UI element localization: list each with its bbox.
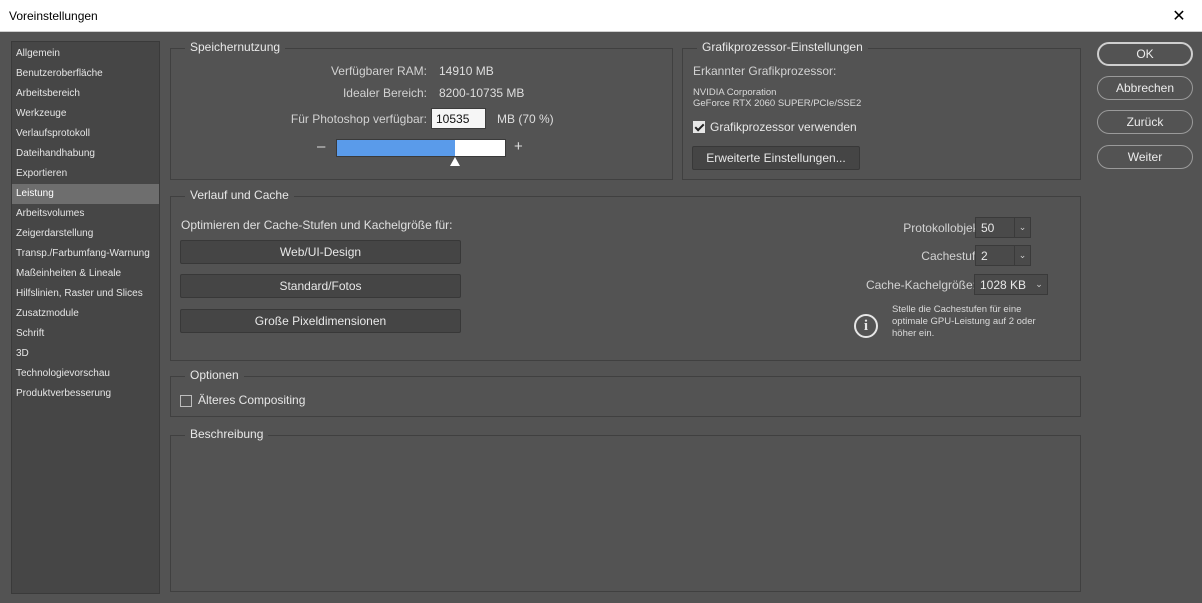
cache-hint: Stelle die Cachestufen für eine optimale… — [892, 304, 1036, 339]
memory-slider-track[interactable] — [336, 139, 506, 157]
cancel-button[interactable]: Abbrechen — [1097, 76, 1193, 100]
available-ram-label: Verfügbarer RAM: — [330, 64, 427, 78]
gpu-model: GeForce RTX 2060 SUPER/PCIe/SSE2 — [693, 98, 862, 109]
sidebar-item[interactable]: Dateihandhabung — [12, 144, 159, 164]
ok-button[interactable]: OK — [1097, 42, 1193, 66]
close-icon[interactable]: ✕ — [1156, 0, 1202, 32]
slider-plus[interactable]: + — [514, 138, 523, 155]
cache-group: Verlauf und Cache Optimieren der Cache-S… — [170, 188, 1081, 361]
description-group-title: Beschreibung — [185, 427, 269, 441]
title-bar: Voreinstellungen ✕ — [0, 0, 1202, 32]
sidebar-item[interactable]: Leistung — [12, 184, 159, 204]
sidebar-item[interactable]: Arbeitsbereich — [12, 84, 159, 104]
dialog-client: Allgemein Benutzeroberfläche Arbeitsbereic… — [0, 32, 1202, 603]
sidebar-item[interactable]: Zeigerdarstellung — [12, 224, 159, 244]
photoshop-ram-unit: MB (70 %) — [497, 112, 554, 126]
cache-tile-size-select[interactable]: 1028 KB ⌄ — [974, 274, 1048, 295]
cache-group-title: Verlauf und Cache — [185, 188, 294, 202]
chevron-down-icon: ⌄ — [1035, 279, 1043, 289]
use-gpu-checkbox[interactable] — [693, 121, 705, 133]
chevron-down-icon: ⌄ — [1014, 218, 1030, 237]
standard-photos-button[interactable]: Standard/Fotos — [180, 274, 461, 298]
chevron-down-icon: ⌄ — [1014, 246, 1030, 265]
ideal-range-value: 8200-10735 MB — [439, 86, 525, 100]
sidebar-item[interactable]: Zusatzmodule — [12, 304, 159, 324]
legacy-compositing-checkbox[interactable] — [180, 395, 192, 407]
description-group: Beschreibung — [170, 427, 1081, 592]
history-states-value: 50 — [981, 220, 995, 235]
sidebar-item[interactable]: Allgemein — [12, 44, 159, 64]
sidebar-item[interactable]: Technologievorschau — [12, 364, 159, 384]
cache-tile-size-value: 1028 KB — [980, 277, 1027, 292]
gpu-vendor: NVIDIA Corporation — [693, 87, 777, 98]
advanced-settings-button[interactable]: Erweiterte Einstellungen... — [692, 146, 860, 170]
cache-tile-size-label: Cache-Kachelgröße: — [865, 278, 976, 292]
next-button[interactable]: Weiter — [1097, 145, 1193, 169]
options-group: Optionen Älteres Compositing — [170, 368, 1081, 417]
memory-group: Speichernutzung Verfügbarer RAM: 14910 M… — [170, 40, 673, 180]
back-button[interactable]: Zurück — [1097, 110, 1193, 134]
history-states-select[interactable]: 50 ⌄ — [975, 217, 1031, 238]
ideal-range-label: Idealer Bereich: — [342, 86, 427, 100]
sidebar-item[interactable]: Transp./Farbumfang-Warnung — [12, 244, 159, 264]
slider-minus[interactable]: – — [317, 138, 325, 155]
gpu-detected-label: Erkannter Grafikprozessor: — [693, 64, 837, 78]
sidebar-item[interactable]: Benutzeroberfläche — [12, 64, 159, 84]
sidebar-item[interactable]: Verlaufsprotokoll — [12, 124, 159, 144]
sidebar-item[interactable]: Arbeitsvolumes — [12, 204, 159, 224]
sidebar-item[interactable]: Exportieren — [12, 164, 159, 184]
category-list: Allgemein Benutzeroberfläche Arbeitsbereic… — [11, 41, 160, 594]
gpu-group-title: Grafikprozessor-Einstellungen — [697, 40, 868, 54]
cache-optimize-label: Optimieren der Cache-Stufen und Kachelgr… — [181, 218, 453, 232]
cache-levels-select[interactable]: 2 ⌄ — [975, 245, 1031, 266]
cache-levels-value: 2 — [981, 248, 988, 263]
use-gpu-label: Grafikprozessor verwenden — [710, 120, 857, 134]
options-group-title: Optionen — [185, 368, 244, 382]
sidebar-item[interactable]: Schrift — [12, 324, 159, 344]
gpu-group: Grafikprozessor-Einstellungen Erkannter … — [682, 40, 1081, 180]
legacy-compositing-label: Älteres Compositing — [198, 393, 306, 407]
memory-slider-fill — [337, 140, 455, 156]
memory-slider-thumb[interactable] — [450, 157, 460, 166]
available-ram-value: 14910 MB — [439, 64, 494, 78]
memory-group-title: Speichernutzung — [185, 40, 286, 54]
sidebar-item[interactable]: Maßeinheiten & Lineale — [12, 264, 159, 284]
sidebar-item[interactable]: Produktverbesserung — [12, 384, 159, 404]
sidebar-item[interactable]: Werkzeuge — [12, 104, 159, 124]
sidebar-item[interactable]: 3D — [12, 344, 159, 364]
sidebar-item[interactable]: Hilfslinien, Raster und Slices — [12, 284, 159, 304]
web-ui-design-button[interactable]: Web/UI-Design — [180, 240, 461, 264]
large-pixel-dimensions-button[interactable]: Große Pixeldimensionen — [180, 309, 461, 333]
photoshop-ram-input[interactable] — [431, 108, 486, 129]
window-title: Voreinstellungen — [9, 9, 98, 23]
info-icon: i — [854, 314, 878, 338]
photoshop-ram-label: Für Photoshop verfügbar: — [290, 112, 427, 126]
